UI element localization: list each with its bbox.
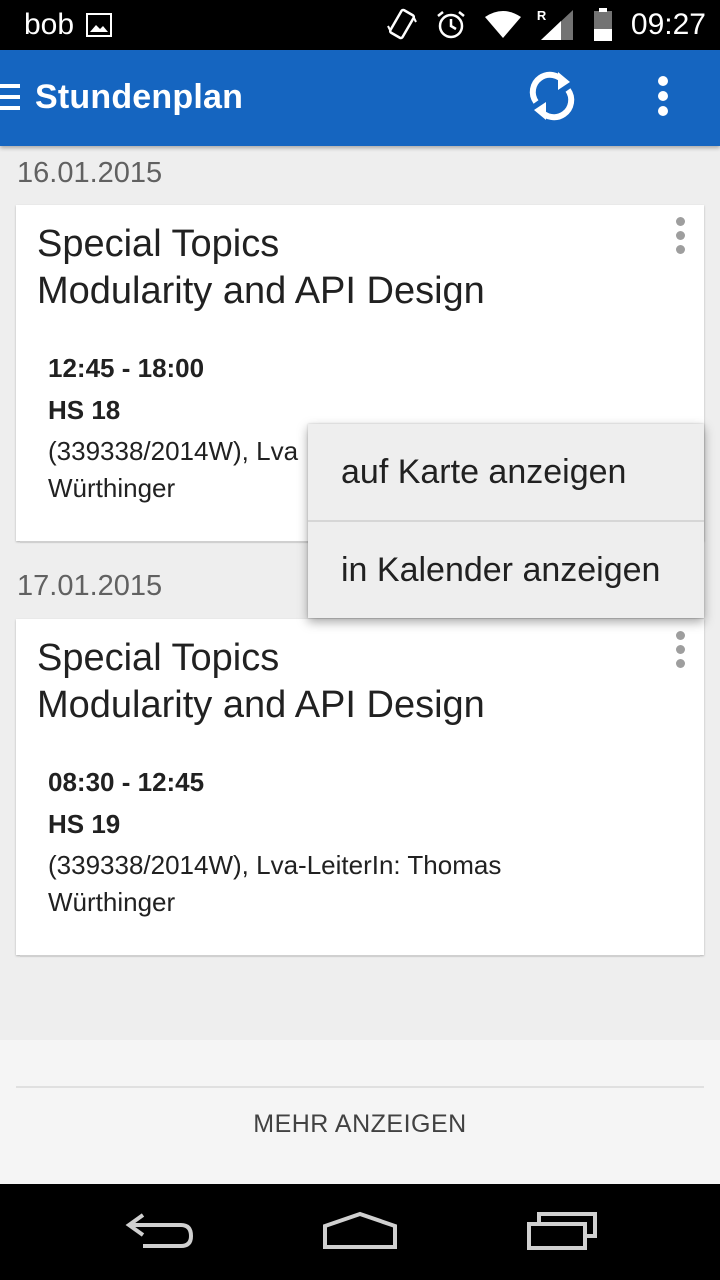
menu-item-show-in-calendar[interactable]: in Kalender anzeigen [308, 522, 704, 618]
course-title-line2: Modularity and API Design [37, 270, 485, 312]
course-time: 12:45 - 18:00 [48, 353, 205, 383]
menu-item-show-on-map[interactable]: auf Karte anzeigen [308, 424, 704, 520]
card-popup-menu: auf Karte anzeigen in Kalender anzeigen [308, 424, 704, 618]
course-title-line1: Special Topics [37, 637, 280, 679]
course-room[interactable]: HS 18 [48, 395, 120, 426]
card-menu-button[interactable] [670, 217, 690, 257]
back-button[interactable] [115, 1206, 205, 1258]
app-title[interactable]: Stundenplan [35, 78, 243, 117]
card-divider [20, 955, 700, 957]
alarm-icon [435, 9, 467, 41]
course-title: Special Topics Modularity and API Design [37, 635, 485, 729]
wifi-icon [484, 11, 521, 39]
recents-button[interactable] [518, 1206, 608, 1258]
image-icon [86, 13, 113, 37]
refresh-button[interactable] [520, 66, 584, 130]
menu-icon[interactable] [0, 84, 22, 117]
footer: MEHR ANZEIGEN [0, 1040, 720, 1184]
course-title-line1: Special Topics [37, 223, 280, 265]
footer-divider [16, 1086, 704, 1088]
course-description-line1: (339338/2014W), Lva-LeiterIn: Thomas [48, 850, 502, 880]
overflow-menu-button[interactable] [640, 66, 686, 130]
course-description-line2: Würthinger [48, 887, 176, 917]
back-icon [125, 1211, 195, 1254]
date-header: 16.01.2015 [17, 157, 163, 189]
schedule-card[interactable]: Special Topics Modularity and API Design… [16, 619, 704, 955]
date-header: 17.01.2015 [17, 570, 163, 602]
recents-icon [527, 1210, 599, 1255]
app-bar: Stundenplan [0, 50, 720, 146]
course-room[interactable]: HS 19 [48, 809, 120, 840]
clock: 09:27 [630, 8, 706, 41]
refresh-icon [528, 68, 576, 129]
course-time: 08:30 - 12:45 [48, 767, 205, 797]
battery-icon [593, 8, 613, 42]
signal-icon: R [536, 8, 575, 42]
show-more-button[interactable]: MEHR ANZEIGEN [0, 1110, 720, 1139]
course-description: (339338/2014W), Lva-LeiterIn: Thomas Wür… [48, 847, 648, 921]
course-title-line2: Modularity and API Design [37, 684, 485, 726]
home-button[interactable] [315, 1206, 405, 1258]
status-bar: bob R 09:27 [0, 0, 720, 50]
home-icon [322, 1210, 398, 1255]
roaming-indicator: R [536, 8, 547, 23]
more-vert-icon [657, 75, 669, 121]
card-menu-button[interactable] [670, 631, 690, 671]
carrier-label: bob [24, 8, 75, 41]
navigation-bar [0, 1184, 720, 1280]
course-title: Special Topics Modularity and API Design [37, 221, 485, 315]
vibrate-icon [387, 8, 417, 42]
